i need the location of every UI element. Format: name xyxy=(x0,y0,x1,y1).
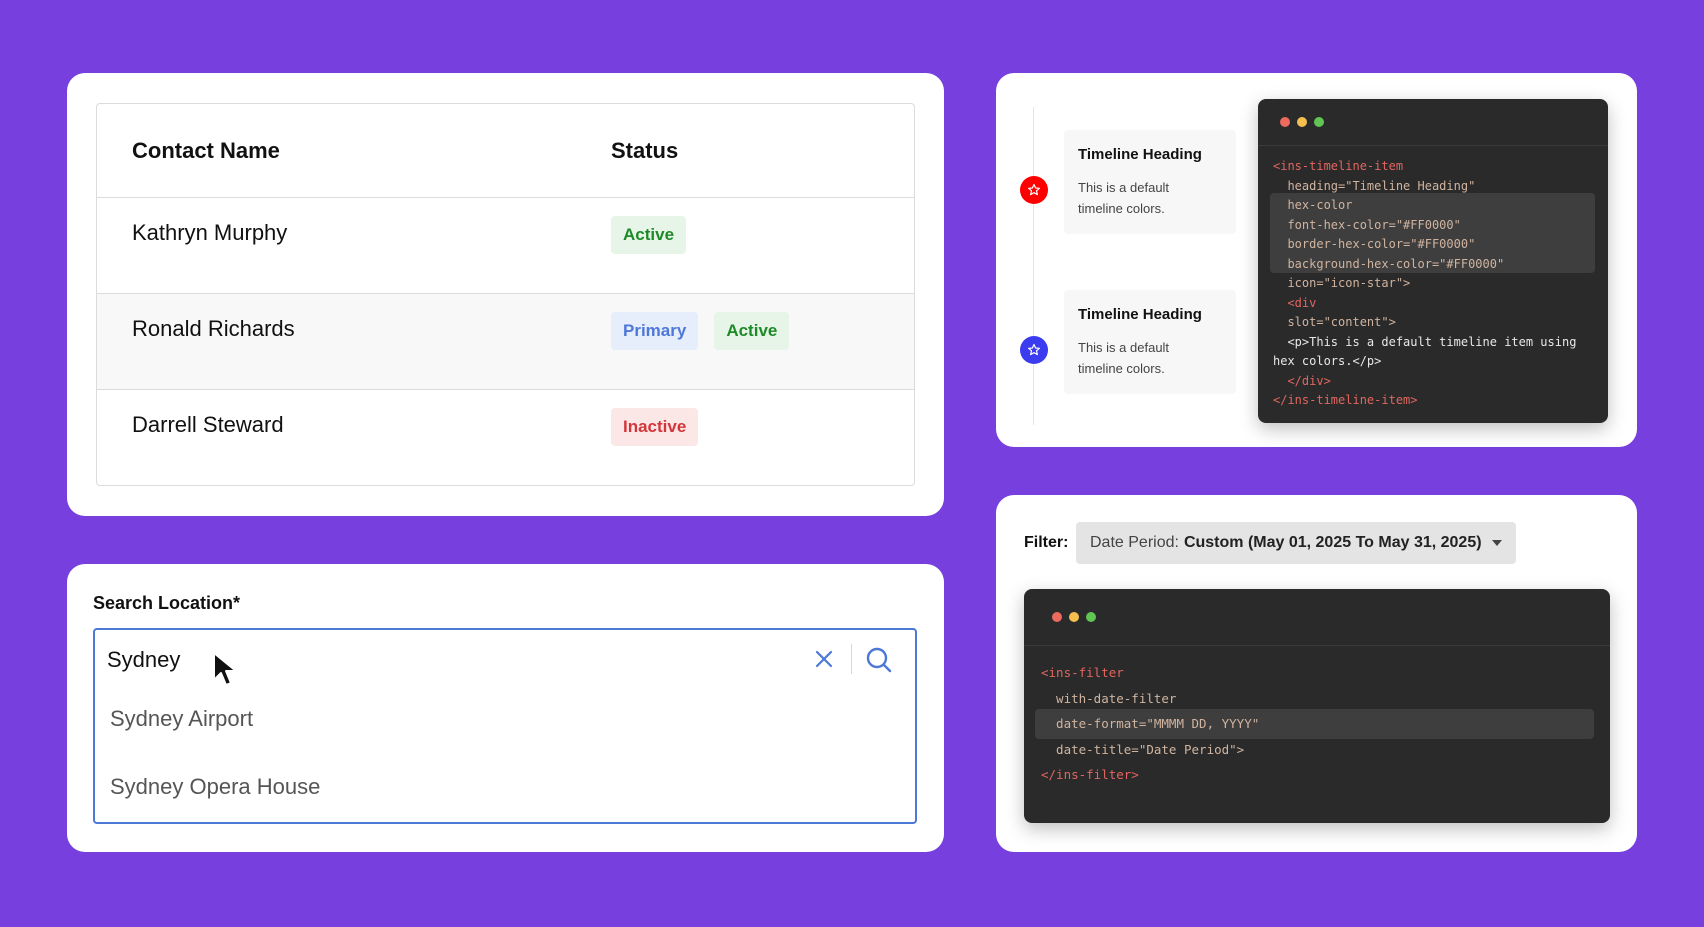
timeline-line xyxy=(1033,107,1034,425)
code-block: <ins-timeline-item heading="Timeline Hea… xyxy=(1258,146,1608,411)
window-minimize-dot xyxy=(1297,117,1307,127)
search-input[interactable] xyxy=(107,642,747,678)
search-divider xyxy=(851,644,852,674)
status-cell: Primary Active xyxy=(611,294,914,350)
table-row[interactable]: Ronald Richards Primary Active xyxy=(97,294,914,390)
contact-name-cell: Darrell Steward xyxy=(132,412,284,437)
filter-label: Filter: xyxy=(1024,534,1069,551)
column-header-status: Status xyxy=(611,137,679,163)
code-line: heading="Timeline Heading" xyxy=(1273,178,1476,193)
code-line: <p>This is a default timeline item using xyxy=(1273,334,1577,349)
code-line: with-date-filter xyxy=(1041,690,1177,706)
code-line: date-format="MMMM DD, YYYY" xyxy=(1041,716,1260,731)
search-icon[interactable] xyxy=(863,644,895,676)
table-row[interactable]: Darrell Steward Inactive xyxy=(97,390,914,485)
code-line: date-title="Date Period"> xyxy=(1041,741,1245,757)
window-maximize-dot xyxy=(1314,117,1324,127)
status-cell: Active xyxy=(611,198,914,254)
contacts-table-card: Contact Name Status Kathryn Murphy Activ… xyxy=(67,73,944,516)
status-badge-primary: Primary xyxy=(611,312,699,350)
contact-name-cell: Ronald Richards xyxy=(132,316,295,341)
timeline-heading: Timeline Heading xyxy=(1078,306,1202,323)
code-line: </ins-filter> xyxy=(1041,767,1139,782)
code-line: hex-color xyxy=(1273,198,1353,212)
code-line: <ins-filter xyxy=(1041,665,1124,680)
suggestion-item[interactable]: Sydney Opera House xyxy=(110,774,320,800)
timeline-text: timeline colors. xyxy=(1078,201,1165,216)
table-row[interactable]: Kathryn Murphy Active xyxy=(97,198,914,294)
code-line: </div> xyxy=(1273,373,1331,388)
search-location-label: Search Location* xyxy=(93,593,241,613)
code-line: </ins-timeline-item> xyxy=(1273,393,1418,407)
status-badge-active: Active xyxy=(611,216,687,254)
contacts-table: Contact Name Status Kathryn Murphy Activ… xyxy=(96,103,915,486)
code-line: <div xyxy=(1273,295,1317,310)
star-icon xyxy=(1020,336,1048,364)
status-cell: Inactive xyxy=(611,390,914,446)
table-header-row: Contact Name Status xyxy=(97,104,914,198)
contact-name-cell: Kathryn Murphy xyxy=(132,220,288,245)
status-badge-active: Active xyxy=(714,312,790,350)
window-minimize-dot xyxy=(1069,612,1079,622)
code-block: <ins-filter with-date-filter date-format… xyxy=(1024,646,1610,788)
code-line: slot="content"> xyxy=(1273,315,1396,329)
code-window-titlebar xyxy=(1024,589,1610,646)
window-close-dot xyxy=(1052,612,1062,622)
status-badge-inactive: Inactive xyxy=(611,408,699,446)
window-maximize-dot xyxy=(1086,612,1096,622)
caret-down-icon xyxy=(1492,540,1502,546)
code-line: font-hex-color="#FF0000" xyxy=(1273,217,1461,232)
date-period-value: Custom (May 01, 2025 To May 31, 2025) xyxy=(1183,534,1482,551)
close-icon[interactable] xyxy=(811,646,837,672)
timeline-text: This is a default xyxy=(1078,180,1170,195)
code-line: background-hex-color="#FF0000" xyxy=(1273,256,1505,271)
code-window-titlebar xyxy=(1258,99,1608,146)
suggestion-item[interactable]: Sydney Airport xyxy=(110,706,253,732)
date-period-prefix: Date Period: xyxy=(1090,534,1179,551)
star-icon xyxy=(1020,176,1048,204)
timeline-text: This is a default xyxy=(1078,340,1170,355)
window-close-dot xyxy=(1280,117,1290,127)
timeline-item: Timeline Heading This is a default timel… xyxy=(1064,290,1236,394)
code-line: icon="icon-star"> xyxy=(1273,276,1411,290)
filter-code-window: <ins-filter with-date-filter date-format… xyxy=(1024,589,1610,823)
timeline-code-window: <ins-timeline-item heading="Timeline Hea… xyxy=(1258,99,1608,423)
timeline-heading: Timeline Heading xyxy=(1078,146,1202,163)
mouse-pointer-icon xyxy=(213,652,237,686)
column-header-contact-name: Contact Name xyxy=(132,137,280,163)
search-location-card: Search Location* Sydney Airport Sydney O… xyxy=(67,564,944,852)
timeline-text: timeline colors. xyxy=(1078,361,1165,376)
date-period-select[interactable]: Date Period: Custom (May 01, 2025 To May… xyxy=(1076,522,1516,564)
timeline-item: Timeline Heading This is a default timel… xyxy=(1064,130,1236,234)
code-line: <ins-timeline-item xyxy=(1273,159,1404,173)
code-line: border-hex-color="#FF0000" xyxy=(1273,237,1476,251)
code-line: hex colors.</p> xyxy=(1273,354,1382,368)
